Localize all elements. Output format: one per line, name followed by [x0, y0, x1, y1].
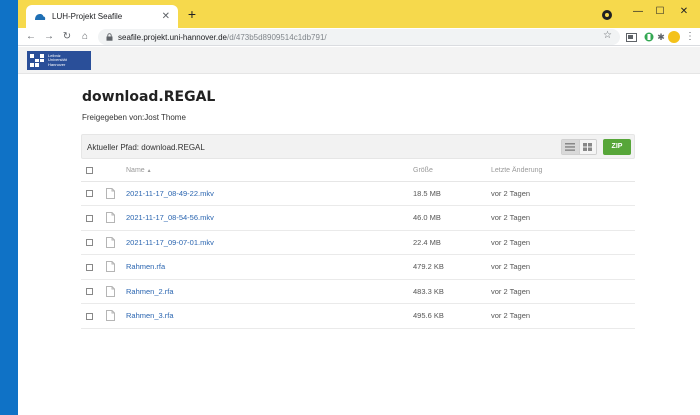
table-row: Rahmen.rfa 479.2 KB vor 2 Tagen — [81, 254, 635, 280]
row-checkbox[interactable] — [86, 263, 93, 271]
tab-title: LUH-Projekt Seafile — [52, 12, 123, 21]
table-row: 2021-11-17_09-07-01.mkv 22.4 MB vor 2 Ta… — [81, 230, 635, 255]
bookmark-star-icon[interactable]: ☆ — [603, 30, 612, 41]
modified-column-header[interactable]: Letzte Änderung — [491, 161, 635, 182]
zip-download-button[interactable]: ZIP — [603, 139, 631, 155]
file-name-link[interactable]: Rahmen_2.rfa — [126, 287, 174, 296]
file-size: 479.2 KB — [413, 254, 491, 280]
file-size: 495.6 KB — [413, 303, 491, 329]
file-size: 483.3 KB — [413, 279, 491, 304]
browser-toolbar: ← → ↻ ⌂ seafile.projekt.uni-hannover.de … — [18, 28, 700, 46]
file-modified: vor 2 Tagen — [491, 181, 635, 206]
cast-icon[interactable] — [624, 30, 638, 44]
page-content: Leibniz Universität Hannover download.RE… — [18, 47, 700, 415]
back-arrow-icon[interactable]: ← — [24, 29, 38, 45]
shared-by-text: Freigegeben von:Jost Thome — [82, 113, 186, 122]
file-icon — [106, 310, 115, 322]
list-view-icon[interactable] — [562, 140, 579, 154]
grid-view-icon[interactable] — [578, 140, 596, 154]
luh-logo-mark-icon — [30, 54, 44, 67]
table-row: 2021-11-17_08-54-56.mkv 46.0 MB vor 2 Ta… — [81, 205, 635, 231]
file-rows: 2021-11-17_08-49-22.mkv 18.5 MB vor 2 Ta… — [81, 181, 635, 329]
file-modified: vor 2 Tagen — [491, 303, 635, 329]
view-toggle — [561, 139, 597, 155]
row-checkbox[interactable] — [86, 288, 93, 296]
close-window-button[interactable]: ✕ — [674, 4, 694, 20]
seafile-favicon-icon — [34, 11, 46, 23]
path-bar: Aktueller Pfad: download.REGAL ZIP — [81, 134, 635, 159]
file-name-link[interactable]: 2021-11-17_09-07-01.mkv — [126, 238, 214, 247]
site-header: Leibniz Universität Hannover — [18, 47, 700, 74]
lock-icon — [106, 33, 113, 41]
file-icon — [106, 212, 115, 224]
new-tab-button[interactable]: + — [184, 6, 200, 22]
browser-menu-icon[interactable]: ⋮ — [684, 29, 696, 45]
file-modified: vor 2 Tagen — [491, 254, 635, 280]
file-name-link[interactable]: 2021-11-17_08-54-56.mkv — [126, 213, 214, 222]
browser-tab[interactable]: LUH-Projekt Seafile ✕ — [26, 5, 178, 28]
file-name-link[interactable]: Rahmen.rfa — [126, 262, 165, 271]
file-list-panel: Aktueller Pfad: download.REGAL ZIP Name … — [81, 134, 635, 329]
file-icon — [106, 261, 115, 273]
logo-text: Leibniz Universität Hannover — [48, 52, 67, 67]
browser-window: LUH-Projekt Seafile ✕ + — ☐ ✕ ← → ↻ ⌂ se… — [18, 0, 700, 415]
reload-icon[interactable]: ↻ — [60, 29, 74, 45]
select-all-checkbox[interactable] — [86, 167, 93, 175]
luh-logo[interactable]: Leibniz Universität Hannover — [27, 51, 91, 70]
file-name-link[interactable]: 2021-11-17_08-49-22.mkv — [126, 189, 214, 198]
table-row: 2021-11-17_08-49-22.mkv 18.5 MB vor 2 Ta… — [81, 181, 635, 206]
file-modified: vor 2 Tagen — [491, 205, 635, 231]
file-icon — [106, 187, 115, 199]
size-column-header[interactable]: Größe — [413, 161, 491, 182]
file-size: 18.5 MB — [413, 181, 491, 206]
file-size: 46.0 MB — [413, 205, 491, 231]
file-modified: vor 2 Tagen — [491, 230, 635, 255]
url-host: seafile.projekt.uni-hannover.de — [118, 32, 227, 42]
table-row: Rahmen_2.rfa 483.3 KB vor 2 Tagen — [81, 279, 635, 304]
file-name-link[interactable]: Rahmen_3.rfa — [126, 311, 174, 320]
profile-indicator-icon[interactable] — [602, 10, 612, 20]
page-title: download.REGAL — [82, 89, 216, 105]
file-table: Name ▲ Größe Letzte Änderung 2021-11-17_… — [81, 161, 635, 329]
file-icon — [106, 236, 115, 248]
minimize-button[interactable]: — — [628, 4, 648, 20]
maximize-button[interactable]: ☐ — [650, 4, 670, 20]
row-checkbox[interactable] — [86, 312, 93, 320]
extensions-puzzle-icon[interactable]: ✱ — [654, 30, 668, 44]
row-checkbox[interactable] — [86, 214, 93, 222]
file-icon — [106, 285, 115, 297]
row-checkbox[interactable] — [86, 239, 93, 247]
file-modified: vor 2 Tagen — [491, 279, 635, 304]
name-column-header[interactable]: Name ▲ — [126, 161, 413, 182]
url-path: /d/473b5d8909514c1db791/ — [226, 32, 327, 42]
home-icon[interactable]: ⌂ — [78, 29, 92, 45]
address-bar[interactable]: seafile.projekt.uni-hannover.de /d/473b5… — [98, 29, 620, 45]
table-row: Rahmen_3.rfa 495.6 KB vor 2 Tagen — [81, 303, 635, 329]
forward-arrow-icon[interactable]: → — [42, 29, 56, 45]
title-bar: LUH-Projekt Seafile ✕ + — ☐ ✕ — [18, 0, 700, 28]
profile-avatar[interactable] — [668, 31, 680, 43]
file-size: 22.4 MB — [413, 230, 491, 255]
row-checkbox[interactable] — [86, 190, 93, 198]
tab-close-icon[interactable]: ✕ — [162, 11, 170, 22]
sort-ascending-icon: ▲ — [146, 168, 152, 175]
current-path-label: Aktueller Pfad: download.REGAL — [87, 143, 205, 152]
table-header-row: Name ▲ Größe Letzte Änderung — [81, 161, 635, 182]
